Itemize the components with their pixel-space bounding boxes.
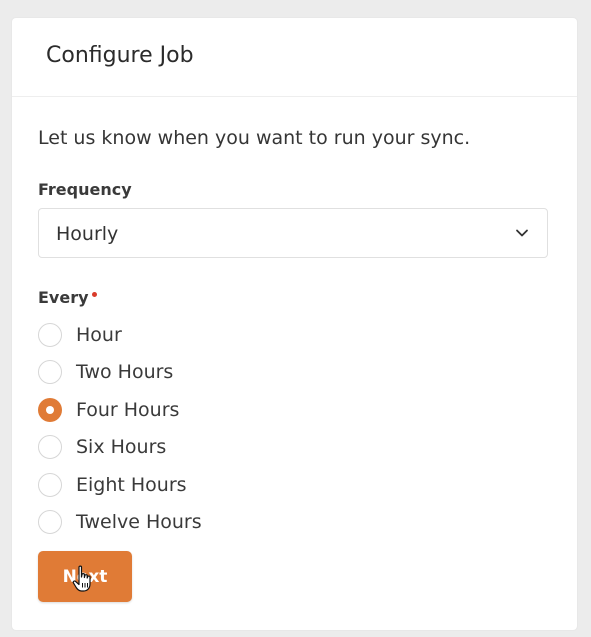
required-indicator xyxy=(91,291,97,297)
radio-option-four-hours[interactable]: Four Hours xyxy=(38,391,202,429)
radio-label: Four Hours xyxy=(76,398,180,421)
radio-label: Six Hours xyxy=(76,436,167,459)
card-header: Configure Job xyxy=(12,18,577,97)
radio-button[interactable] xyxy=(38,322,62,347)
radio-button[interactable] xyxy=(38,360,62,385)
radio-option-six-hours[interactable]: Six Hours xyxy=(38,429,202,467)
every-radio-group: Hour Two Hours Four Hours Six Hours Eight Ho… xyxy=(38,316,202,541)
chevron-down-icon xyxy=(516,229,528,237)
radio-label: Twelve Hours xyxy=(76,511,202,534)
radio-button[interactable] xyxy=(38,510,62,535)
radio-option-two-hours[interactable]: Two Hours xyxy=(38,354,202,392)
every-label-text: Every xyxy=(38,288,89,307)
radio-label: Hour xyxy=(76,323,122,346)
radio-option-eight-hours[interactable]: Eight Hours xyxy=(38,466,202,504)
radio-button[interactable] xyxy=(38,472,62,497)
radio-button[interactable] xyxy=(38,435,62,460)
frequency-selected-value: Hourly xyxy=(56,223,119,245)
next-button[interactable]: Next xyxy=(38,551,132,602)
configure-job-card: Configure Job Let us know when you want … xyxy=(12,18,577,630)
radio-button-checked[interactable] xyxy=(38,397,62,422)
radio-option-twelve-hours[interactable]: Twelve Hours xyxy=(38,504,202,542)
intro-text: Let us know when you want to run your sy… xyxy=(38,127,471,149)
every-label: Every xyxy=(38,288,97,307)
frequency-select[interactable]: Hourly xyxy=(38,208,548,258)
frequency-label: Frequency xyxy=(38,180,132,199)
radio-label: Two Hours xyxy=(76,361,174,384)
radio-option-hour[interactable]: Hour xyxy=(38,316,202,354)
page-title: Configure Job xyxy=(46,43,194,68)
radio-label: Eight Hours xyxy=(76,473,187,496)
